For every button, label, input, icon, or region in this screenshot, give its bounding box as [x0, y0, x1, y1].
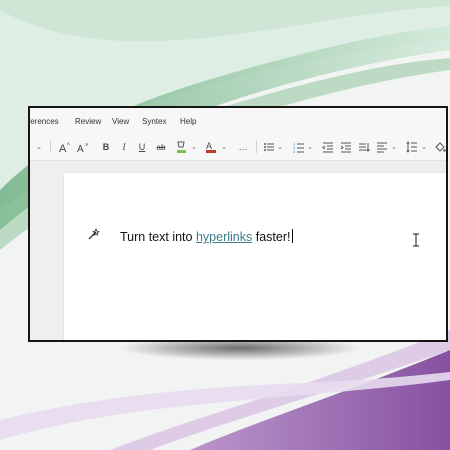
ribbon-toolbar: ⌄ A ^ A ˅ B I U ab ⌄ A ⌄ … ⌄ 1 2 3 ⌄ ⌄ ⌄	[30, 134, 446, 161]
menu-references[interactable]: ferences	[30, 117, 59, 126]
bullets-icon	[264, 143, 274, 151]
sort-button[interactable]	[358, 140, 370, 154]
highlight-chevron-icon[interactable]: ⌄	[190, 140, 198, 154]
svg-text:˅: ˅	[85, 143, 89, 149]
decrease-indent-icon	[322, 142, 333, 153]
shrink-font-button[interactable]: A ˅	[76, 140, 92, 154]
font-color-icon: A	[206, 141, 216, 153]
grow-font-icon: A ^	[59, 143, 70, 153]
line-spacing-chevron-icon[interactable]: ⌄	[420, 140, 428, 154]
italic-button[interactable]: I	[118, 140, 130, 154]
menu-help[interactable]: Help	[180, 117, 196, 126]
align-left-icon	[377, 142, 387, 153]
bold-button[interactable]: B	[100, 140, 112, 154]
align-button[interactable]	[376, 140, 388, 154]
toolbar-divider	[256, 141, 257, 153]
svg-text:A: A	[206, 141, 212, 151]
menu-syntex[interactable]: Syntex	[142, 117, 166, 126]
menu-bar: ferences Review View Syntex Help	[30, 108, 446, 134]
word-window: ferences Review View Syntex Help ⌄ A ^ A…	[28, 106, 448, 342]
menu-review[interactable]: Review	[75, 117, 101, 126]
text-caret	[292, 229, 294, 243]
line-spacing-button[interactable]	[406, 140, 418, 154]
document-canvas: Turn text into hyperlinks faster!	[30, 161, 446, 340]
svg-text:A: A	[59, 143, 67, 153]
svg-text:^: ^	[67, 143, 70, 149]
shading-button[interactable]	[434, 140, 446, 154]
numbering-button[interactable]: 123	[292, 140, 306, 154]
toolbar-divider	[50, 141, 51, 153]
align-chevron-icon[interactable]: ⌄	[390, 140, 398, 154]
magic-wand-icon	[88, 227, 100, 240]
line-spacing-icon	[406, 141, 417, 153]
bullets-chevron-icon[interactable]: ⌄	[276, 140, 284, 154]
text-cursor-icon	[413, 233, 419, 247]
document-page[interactable]: Turn text into hyperlinks faster!	[64, 173, 446, 340]
highlighter-icon	[177, 141, 186, 153]
grow-font-button[interactable]: A ^	[58, 140, 74, 154]
svg-text:A: A	[77, 144, 84, 153]
svg-text:3: 3	[293, 149, 296, 153]
document-text-line[interactable]: Turn text into hyperlinks faster!	[120, 229, 294, 244]
numbering-chevron-icon[interactable]: ⌄	[306, 140, 314, 154]
font-size-chevron-icon[interactable]: ⌄	[34, 140, 44, 154]
font-color-button[interactable]: A	[204, 140, 218, 154]
increase-indent-icon	[340, 142, 351, 153]
shrink-font-icon: A ˅	[77, 143, 89, 153]
highlight-button[interactable]	[174, 140, 188, 154]
increase-indent-button[interactable]	[340, 140, 352, 154]
decrease-indent-button[interactable]	[322, 140, 334, 154]
document-text: Turn text into	[120, 230, 196, 244]
font-color-chevron-icon[interactable]: ⌄	[220, 140, 228, 154]
strikethrough-button[interactable]: ab	[154, 140, 168, 154]
numbering-icon: 123	[293, 141, 304, 153]
list-sort-icon	[359, 143, 370, 152]
more-button[interactable]: …	[236, 140, 250, 154]
underline-button[interactable]: U	[136, 140, 148, 154]
document-text-end: faster!	[252, 230, 291, 244]
hyperlink[interactable]: hyperlinks	[196, 230, 252, 244]
menu-view[interactable]: View	[112, 117, 129, 126]
paint-bucket-icon	[435, 142, 446, 152]
bullets-button[interactable]	[262, 140, 276, 154]
